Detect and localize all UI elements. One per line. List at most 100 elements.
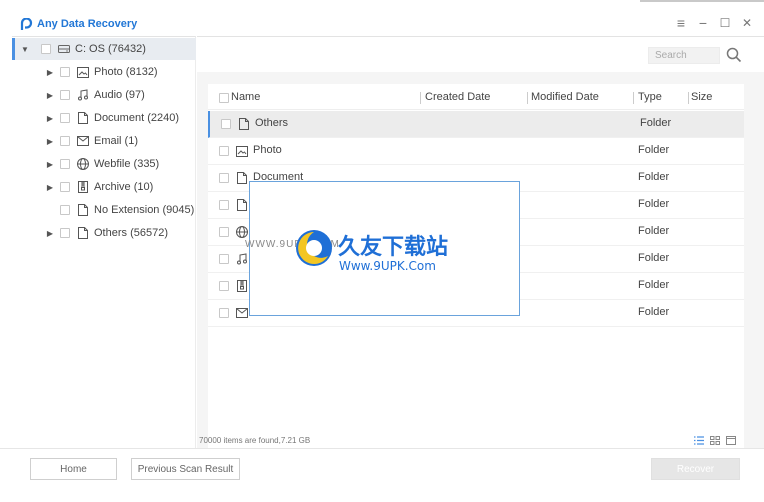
preview-view-icon[interactable] xyxy=(726,436,736,447)
tree-item-label: Email (1) xyxy=(94,135,139,147)
globe-icon xyxy=(76,157,90,171)
column-divider xyxy=(688,92,689,104)
column-header-created[interactable]: Created Date xyxy=(425,91,490,103)
mail-icon xyxy=(76,134,90,148)
row-checkbox[interactable] xyxy=(221,119,231,129)
column-header-name[interactable]: Name xyxy=(231,91,260,103)
mail-icon xyxy=(235,306,249,320)
row-checkbox[interactable] xyxy=(219,200,229,210)
row-type: Folder xyxy=(638,279,670,291)
search-input[interactable]: Search xyxy=(648,47,720,64)
row-type: Folder xyxy=(638,198,670,210)
maximize-icon[interactable]: ☐ xyxy=(718,14,732,32)
row-checkbox[interactable] xyxy=(219,254,229,264)
document-icon xyxy=(235,198,249,212)
status-text: 70000 items are found,7.21 GB xyxy=(199,436,311,445)
row-type: Folder xyxy=(638,306,670,318)
column-divider xyxy=(527,92,528,104)
image-icon xyxy=(76,65,90,79)
column-divider xyxy=(633,92,634,104)
app-window: Any Data Recovery ≡ − ☐ ✕ ▼ C: OS (76432… xyxy=(0,0,764,502)
recover-button[interactable]: Recover xyxy=(651,458,740,480)
tree-root-checkbox[interactable] xyxy=(41,44,51,54)
bottom-bar: Home Previous Scan Result Recover xyxy=(0,448,764,502)
menu-icon[interactable]: ≡ xyxy=(674,14,688,32)
globe-icon xyxy=(235,225,249,239)
tree-item-checkbox[interactable] xyxy=(60,228,70,238)
row-checkbox[interactable] xyxy=(219,173,229,183)
file-icon xyxy=(237,117,251,131)
close-icon[interactable]: ✕ xyxy=(740,14,754,32)
row-checkbox[interactable] xyxy=(219,146,229,156)
row-type: Folder xyxy=(638,144,670,156)
tree-root-label: C: OS (76432) xyxy=(75,43,146,55)
caret-right-icon[interactable]: ▶ xyxy=(46,182,54,192)
row-type: Folder xyxy=(638,252,670,264)
caret-right-icon[interactable]: ▶ xyxy=(46,67,54,77)
tree-item-archive[interactable]: ▶ Archive (10) xyxy=(12,176,196,198)
table-row[interactable]: Others Folder xyxy=(208,111,744,138)
music-icon xyxy=(235,252,249,266)
sidebar-tree: ▼ C: OS (76432) ▶ Photo (8132) ▶ Audio (… xyxy=(12,36,196,448)
column-divider xyxy=(420,92,421,104)
tree-item-others[interactable]: ▶ Others (56572) xyxy=(12,222,196,244)
caret-right-icon[interactable]: ▶ xyxy=(46,159,54,169)
tree-item-email[interactable]: ▶ Email (1) xyxy=(12,130,196,152)
tree-item-checkbox[interactable] xyxy=(60,136,70,146)
list-view-icon[interactable] xyxy=(694,436,704,447)
tree-item-checkbox[interactable] xyxy=(60,67,70,77)
tree-item-audio[interactable]: ▶ Audio (97) xyxy=(12,84,196,106)
drive-icon xyxy=(57,42,71,56)
caret-right-icon[interactable]: ▶ xyxy=(46,228,54,238)
app-logo-icon xyxy=(20,17,33,31)
column-header-type[interactable]: Type xyxy=(638,91,662,103)
row-checkbox[interactable] xyxy=(219,308,229,318)
tree-item-checkbox[interactable] xyxy=(60,205,70,215)
column-header-modified[interactable]: Modified Date xyxy=(531,91,599,103)
tree-item-no-extension[interactable]: No Extension (9045) xyxy=(12,199,196,221)
table-row[interactable]: Photo Folder xyxy=(208,138,744,165)
row-type: Folder xyxy=(638,225,670,237)
archive-icon xyxy=(76,180,90,194)
column-header-size[interactable]: Size xyxy=(691,91,712,103)
top-edge-line xyxy=(640,0,764,2)
previous-scan-result-button[interactable]: Previous Scan Result xyxy=(131,458,240,480)
tree-item-label: Photo (8132) xyxy=(94,66,158,78)
tree-item-checkbox[interactable] xyxy=(60,159,70,169)
caret-right-icon[interactable]: ▶ xyxy=(46,90,54,100)
caret-right-icon[interactable]: ▶ xyxy=(46,113,54,123)
table-header: Name Created Date Modified Date Type Siz… xyxy=(208,84,744,110)
row-name: Photo xyxy=(253,144,282,156)
image-icon xyxy=(235,144,249,158)
document-icon xyxy=(235,171,249,185)
tree-root-drive[interactable]: ▼ C: OS (76432) xyxy=(12,38,196,60)
tree-item-checkbox[interactable] xyxy=(60,113,70,123)
caret-right-icon[interactable]: ▶ xyxy=(46,136,54,146)
tree-item-label: Archive (10) xyxy=(94,181,154,193)
tree-item-label: Others (56572) xyxy=(94,227,168,239)
watermark-title: 久友下载站 xyxy=(338,235,449,260)
search-icon[interactable] xyxy=(726,47,742,63)
window-controls: ≡ − ☐ ✕ xyxy=(674,14,754,32)
file-icon xyxy=(76,226,90,240)
tree-item-checkbox[interactable] xyxy=(60,90,70,100)
minimize-icon[interactable]: − xyxy=(696,14,710,32)
watermark-logo-icon xyxy=(294,228,334,271)
row-checkbox[interactable] xyxy=(219,281,229,291)
row-type: Folder xyxy=(640,117,672,129)
tree-item-label: Webfile (335) xyxy=(94,158,160,170)
tree-item-webfile[interactable]: ▶ Webfile (335) xyxy=(12,153,196,175)
status-bar: 70000 items are found,7.21 GB xyxy=(197,436,764,448)
grid-view-icon[interactable] xyxy=(710,436,720,447)
title-bar: Any Data Recovery ≡ − ☐ ✕ xyxy=(12,12,764,36)
home-button[interactable]: Home xyxy=(30,458,117,480)
tree-item-document[interactable]: ▶ Document (2240) xyxy=(12,107,196,129)
file-icon xyxy=(76,203,90,217)
row-checkbox[interactable] xyxy=(219,227,229,237)
tree-item-checkbox[interactable] xyxy=(60,182,70,192)
caret-down-icon[interactable]: ▼ xyxy=(21,44,29,54)
search-bar: Search xyxy=(197,36,764,72)
tree-item-label: Document (2240) xyxy=(94,112,179,124)
select-all-checkbox[interactable] xyxy=(219,93,229,103)
tree-item-photo[interactable]: ▶ Photo (8132) xyxy=(12,61,196,83)
